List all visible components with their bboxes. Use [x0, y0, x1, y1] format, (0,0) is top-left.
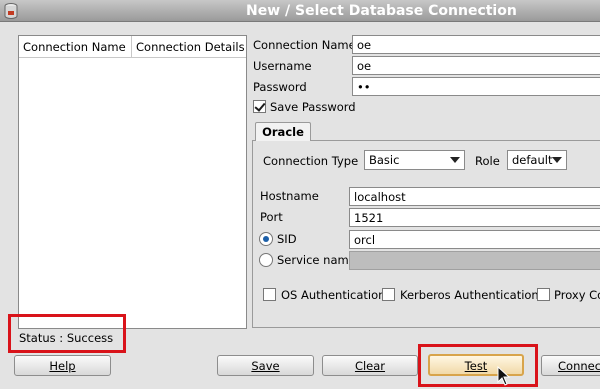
kerberos-authentication-checkbox[interactable] — [382, 288, 395, 301]
connections-list[interactable]: Connection Name Connection Details — [18, 35, 247, 329]
port-label: Port — [260, 210, 283, 224]
role-value: default — [512, 153, 553, 167]
save-password-label: Save Password — [270, 100, 356, 114]
password-field[interactable]: •• — [352, 77, 600, 96]
username-field[interactable]: oe — [352, 56, 600, 75]
connect-button-label: Connect — [558, 359, 600, 373]
window-title: New / Select Database Connection — [246, 3, 517, 19]
save-button[interactable]: Save — [217, 355, 314, 376]
connection-name-field[interactable]: oe — [352, 35, 600, 54]
clear-button[interactable]: Clear — [322, 355, 418, 376]
connection-name-label: Connection Name — [253, 38, 356, 52]
test-button-label: Test — [464, 359, 488, 373]
connection-type-select[interactable]: Basic — [364, 150, 465, 170]
sid-field[interactable]: orcl — [349, 230, 600, 249]
chevron-down-icon — [552, 157, 562, 163]
chevron-down-icon — [450, 157, 460, 163]
help-button-label: Help — [49, 359, 76, 373]
proxy-connection-label: Proxy Co — [554, 288, 600, 302]
os-authentication-checkbox[interactable] — [263, 288, 276, 301]
username-label: Username — [253, 59, 312, 73]
sid-radio[interactable] — [259, 232, 273, 246]
help-button[interactable]: Help — [14, 355, 111, 376]
port-field[interactable]: 1521 — [349, 208, 600, 227]
save-button-label: Save — [251, 359, 280, 373]
kerberos-authentication-label: Kerberos Authentication — [400, 288, 539, 302]
password-label: Password — [253, 80, 307, 94]
connect-button[interactable]: Connect — [541, 355, 600, 376]
tab-oracle[interactable]: Oracle — [255, 122, 311, 141]
service-name-radio[interactable] — [259, 253, 273, 267]
sid-label: SID — [277, 232, 297, 246]
connection-type-label: Connection Type — [263, 154, 359, 168]
connections-table-header: Connection Name Connection Details — [19, 36, 246, 58]
hostname-label: Hostname — [260, 189, 319, 203]
hostname-field[interactable]: localhost — [349, 187, 600, 206]
clear-button-label: Clear — [354, 359, 386, 373]
mouse-cursor-icon — [497, 366, 511, 386]
role-label: Role — [475, 154, 500, 168]
column-header-connection-details[interactable]: Connection Details — [132, 36, 246, 57]
database-icon — [4, 3, 18, 19]
role-select[interactable]: default — [507, 150, 567, 170]
column-header-connection-name[interactable]: Connection Name — [19, 36, 132, 57]
service-name-label: Service name — [277, 253, 356, 267]
save-password-checkbox[interactable] — [253, 100, 266, 113]
connection-type-value: Basic — [369, 153, 400, 167]
service-name-field[interactable] — [349, 251, 600, 270]
title-bar: New / Select Database Connection — [0, 0, 600, 22]
status-text: Status : Success — [19, 331, 114, 345]
proxy-connection-checkbox[interactable] — [537, 288, 550, 301]
os-authentication-label: OS Authentication — [281, 288, 386, 302]
